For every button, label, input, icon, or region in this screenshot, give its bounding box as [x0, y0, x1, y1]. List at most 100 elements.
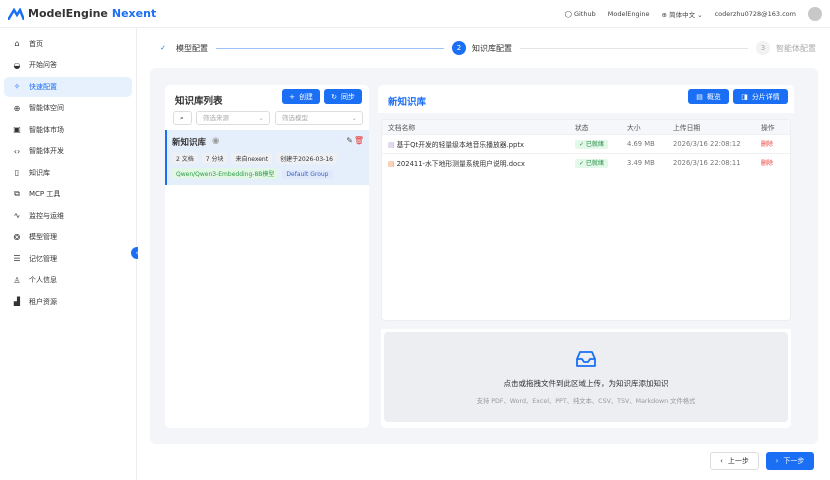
chevron-down-icon: ⌄	[351, 114, 357, 122]
refresh-icon: ↻	[331, 92, 337, 101]
sidebar-item-5[interactable]: ‹› 智能体开发	[4, 141, 132, 161]
step-agent-config[interactable]: 3 智能体配置	[756, 41, 816, 55]
inbox-icon	[576, 351, 596, 367]
document-icon: ▤	[696, 92, 703, 101]
chevron-left-icon: ‹	[720, 457, 723, 465]
sidebar-item-label: 租户资源	[29, 297, 57, 306]
sidebar-item-9[interactable]: ❂ 模型管理	[4, 227, 132, 247]
delete-icon[interactable]: 🗑	[354, 136, 364, 145]
step-number: 2	[452, 41, 466, 55]
status-badge: ✓ 已就绪	[575, 159, 608, 169]
github-icon: ◯	[564, 9, 572, 18]
home-icon: ⌂	[14, 39, 20, 48]
delete-link[interactable]: 删除	[761, 141, 773, 148]
language-label: 简体中文	[669, 10, 696, 19]
sidebar-item-label: 快速配置	[29, 82, 57, 91]
sidebar-item-0[interactable]: ⌂ 首页	[4, 34, 132, 54]
sidebar-item-label: 模型管理	[29, 233, 57, 241]
step-model-config[interactable]: ✓ 模型配置	[156, 41, 208, 55]
source-filter-placeholder: 筛选来源	[203, 114, 229, 122]
code-icon: ‹›	[13, 146, 21, 156]
sidebar-item-2[interactable]: ✧ 快速配置	[4, 76, 132, 97]
edit-icon[interactable]: ✎	[346, 136, 353, 145]
sync-label: 同步	[340, 92, 355, 101]
status-badge: ✓ 已就绪	[575, 140, 608, 149]
col-date: 上传日期	[673, 120, 761, 134]
upload-dropzone[interactable]: 点击或拖拽文件到此区域上传，为知识库添加知识 支持 PDF、Word、Excel…	[384, 332, 788, 422]
step-divider	[216, 47, 444, 49]
prev-label: 上一步	[727, 457, 749, 465]
delete-link[interactable]: 删除	[761, 160, 773, 167]
prev-step-button[interactable]: ‹ 上一步	[710, 452, 759, 470]
sidebar: ⌂ 首页 ◒ 开始问答 ✧ 快速配置 ⊕ 智能体空间 ▣ 智能体市场 ‹› 智能体开发 ▯ 知识库 ⧉ MCP…	[0, 28, 137, 480]
model-tag: Qwen/Qwen3-Embedding-8B模型	[172, 168, 279, 179]
file-name: 202411-水下地形测量系统用户说明.docx	[396, 159, 525, 168]
table-row[interactable]: ▤ 基于Qt开发的轻量级本地音乐播放器.pptx ✓ 已就绪 4.69 MB 2…	[382, 133, 790, 153]
eye-icon[interactable]: ◉	[212, 136, 219, 148]
avatar[interactable]	[808, 6, 822, 21]
overview-button[interactable]: ▤ 概览	[688, 89, 729, 104]
github-label: Github	[573, 9, 596, 18]
file-size: 3.49 MB	[627, 152, 673, 172]
github-link[interactable]: ◯ Github	[565, 10, 596, 18]
sidebar-item-label: 知识库	[29, 168, 50, 177]
upload-date: 2026/3/16 22:08:11	[673, 152, 761, 172]
chunk-icon: ◨	[741, 92, 748, 101]
source-tag: 来自nexent	[231, 153, 273, 164]
sidebar-item-label: 智能体空间	[29, 104, 64, 112]
kb-list-panel: 知识库列表 + 创建 ↻ 同步 ⌕ 筛选来源 ⌄ 筛选模型 ⌄ 新知识库 ◉ ✎ 🗑 2 …	[165, 85, 369, 428]
table-row[interactable]: ▤ 202411-水下地形测量系统用户说明.docx ✓ 已就绪 3.49 MB…	[382, 152, 790, 172]
chunks-label: 分片详情	[751, 92, 780, 101]
step-label: 模型配置	[176, 43, 208, 53]
kb-name: 新知识库	[172, 138, 207, 148]
plus-icon: +	[289, 92, 295, 101]
upload-hint: 点击或拖拽文件到此区域上传，为知识库添加知识	[503, 379, 669, 388]
source-filter[interactable]: 筛选来源 ⌄	[196, 111, 270, 125]
search-button[interactable]: ⌕	[173, 111, 192, 125]
logo-text-b: Nexent	[111, 7, 157, 20]
chunk-count-tag: 7 分块	[201, 153, 228, 164]
next-step-button[interactable]: › 下一步	[766, 452, 814, 470]
kb-list-item[interactable]: 新知识库 ◉ ✎ 🗑 2 文档 7 分块 来自nexent 创建于2026-03-16 …	[165, 130, 369, 185]
created-tag: 创建于2026-03-16	[276, 153, 337, 164]
sidebar-item-7[interactable]: ⧉ MCP 工具	[4, 184, 132, 204]
sidebar-item-12[interactable]: ▟ 租户资源	[4, 292, 132, 312]
sync-button[interactable]: ↻ 同步	[324, 89, 362, 104]
file-icon: ▤	[388, 159, 395, 168]
user-icon: ♙	[13, 275, 21, 285]
upload-formats: 支持 PDF、Word、Excel、PPT、纯文本、CSV、TSV、Markdo…	[476, 398, 696, 405]
col-status: 状态	[575, 120, 627, 134]
kb-detail-title: 新知识库	[388, 97, 427, 108]
upload-date: 2026/3/16 22:08:12	[673, 133, 761, 153]
modelengine-link[interactable]: ModelEngine	[608, 10, 650, 18]
main-area: 知识库列表 + 创建 ↻ 同步 ⌕ 筛选来源 ⌄ 筛选模型 ⌄ 新知识库 ◉ ✎ 🗑 2 …	[150, 68, 818, 444]
sidebar-item-10[interactable]: ☰ 记忆管理	[4, 249, 132, 269]
user-email[interactable]: coderzhu0728@163.com	[715, 10, 796, 18]
sidebar-item-8[interactable]: ∿ 监控与运维	[4, 206, 132, 226]
chunk-details-button[interactable]: ◨ 分片详情	[733, 89, 788, 104]
model-filter[interactable]: 筛选模型 ⌄	[275, 111, 363, 125]
sidebar-item-4[interactable]: ▣ 智能体市场	[4, 120, 132, 140]
sidebar-item-3[interactable]: ⊕ 智能体空间	[4, 98, 132, 118]
col-size: 大小	[627, 120, 673, 134]
file-name: 基于Qt开发的轻量级本地音乐播放器.pptx	[396, 140, 525, 149]
top-header: ModelEngine Nexent ◯ Github ModelEngine …	[0, 0, 830, 28]
activity-icon: ∿	[13, 211, 21, 220]
create-kb-button[interactable]: + 创建	[282, 89, 320, 104]
group-tag: Default Group	[282, 170, 333, 179]
model-filter-placeholder: 筛选模型	[282, 114, 308, 122]
sidebar-item-6[interactable]: ▯ 知识库	[4, 163, 132, 183]
sidebar-item-11[interactable]: ♙ 个人信息	[4, 270, 132, 290]
document-table-wrap: 文档名称 状态 大小 上传日期 操作 ▤ 基于Qt开发的轻量级本地音乐播放器.p…	[381, 119, 791, 321]
logo-icon	[8, 7, 24, 20]
globe-icon: ⊕	[13, 103, 21, 113]
book-icon: ▯	[14, 168, 20, 177]
step-kb-config[interactable]: 2 知识库配置	[452, 41, 512, 55]
logo[interactable]: ModelEngine Nexent	[8, 7, 156, 20]
next-label: 下一步	[783, 457, 805, 465]
sidebar-item-1[interactable]: ◒ 开始问答	[4, 55, 132, 75]
chat-robot-icon: ◒	[13, 60, 21, 70]
chevron-right-icon: ›	[775, 457, 779, 465]
language-select[interactable]: ⊕ 简体中文 ⌄	[662, 9, 703, 19]
content: ✓ 模型配置 2 知识库配置 3 智能体配置 知识库列表 + 创建 ↻ 同步 ⌕ 筛选来源…	[138, 28, 830, 480]
